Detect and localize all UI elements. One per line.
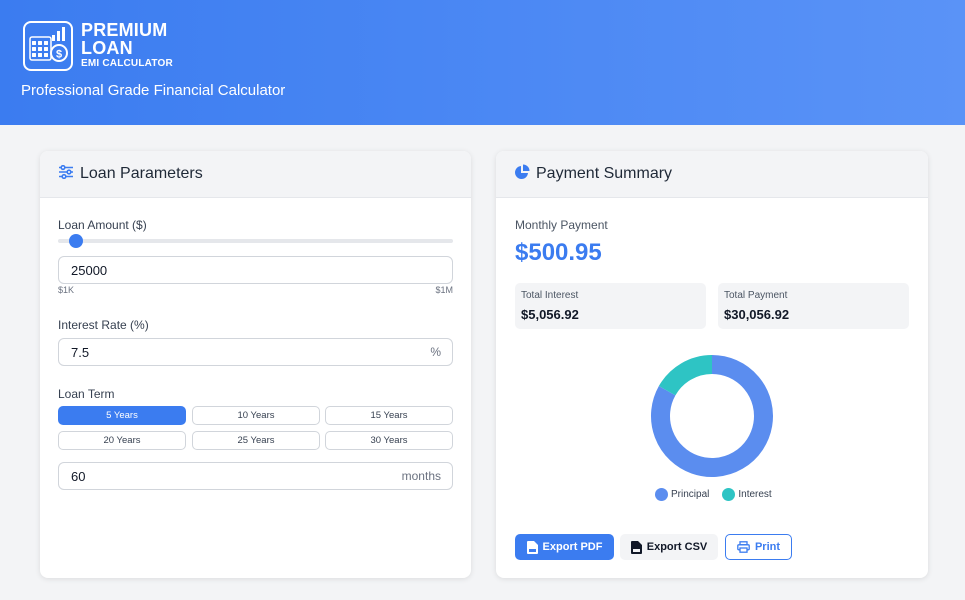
- loan-parameters-header: Loan Parameters: [40, 151, 471, 198]
- export-csv-label: Export CSV: [646, 541, 708, 553]
- app-header: $ PREMIUM LOAN EMI CALCULATOR Profession…: [0, 0, 965, 125]
- loan-amount-value: 25000: [71, 262, 108, 278]
- total-interest-label: Total Interest: [521, 290, 579, 301]
- donut-slice-interest: [658, 355, 713, 396]
- payment-donut-chart: [651, 355, 773, 477]
- principal-legend-label: Principal: [671, 489, 710, 500]
- svg-text:$: $: [56, 49, 62, 61]
- chart-legend: Principal Interest: [655, 488, 772, 501]
- monthly-payment-value: $500.95: [515, 239, 602, 266]
- term-option-5-years[interactable]: 5 Years: [58, 406, 186, 425]
- percent-suffix: %: [430, 345, 441, 359]
- loan-amount-max-label: $1M: [435, 285, 453, 295]
- total-payment-label: Total Payment: [724, 290, 788, 301]
- term-option-10-years[interactable]: 10 Years: [192, 406, 320, 425]
- payment-summary-title: Payment Summary: [536, 165, 673, 182]
- payment-summary-card: Payment Summary Monthly Payment $500.95 …: [496, 151, 928, 578]
- export-pdf-button[interactable]: Export PDF: [515, 534, 614, 560]
- total-payment-value: $30,056.92: [724, 307, 790, 322]
- logo-line-2: LOAN: [81, 38, 133, 58]
- loan-amount-min-label: $1K: [58, 285, 75, 295]
- app-logo: $ PREMIUM LOAN EMI CALCULATOR: [23, 21, 173, 71]
- tagline: Professional Grade Financial Calculator: [21, 82, 286, 99]
- total-payment-stat: Total Payment $30,056.92: [718, 283, 909, 329]
- pie-chart-icon: [514, 164, 530, 185]
- interest-legend-label: Interest: [738, 489, 772, 500]
- total-interest-stat: Total Interest $5,056.92: [515, 283, 706, 329]
- export-csv-button[interactable]: Export CSV: [620, 534, 718, 560]
- term-option-25-years[interactable]: 25 Years: [192, 431, 320, 450]
- sliders-icon: [58, 164, 74, 184]
- file-pdf-icon: [526, 540, 538, 554]
- interest-legend-dot: [722, 488, 736, 501]
- monthly-payment-label: Monthly Payment: [515, 218, 608, 232]
- loan-amount-slider-thumb[interactable]: [69, 234, 84, 248]
- print-label: Print: [754, 541, 781, 553]
- term-option-20-years[interactable]: 20 Years: [58, 431, 186, 450]
- logo-line-1: PREMIUM: [81, 20, 168, 40]
- term-option-15-years[interactable]: 15 Years: [325, 406, 453, 425]
- print-button[interactable]: Print: [725, 534, 792, 560]
- export-pdf-label: Export PDF: [542, 541, 603, 553]
- months-suffix: months: [401, 469, 441, 483]
- loan-amount-slider[interactable]: [58, 239, 453, 243]
- loan-term-months-value: 60: [71, 468, 86, 484]
- loan-term-label: Loan Term: [58, 387, 115, 401]
- logo-line-3: EMI CALCULATOR: [81, 58, 173, 69]
- payment-summary-header: Payment Summary: [496, 151, 928, 198]
- file-csv-icon: [630, 540, 642, 554]
- loan-term-months-input[interactable]: 60 months: [58, 462, 453, 490]
- loan-amount-label: Loan Amount ($): [58, 218, 147, 232]
- principal-legend-dot: [655, 488, 668, 501]
- total-interest-value: $5,056.92: [521, 307, 579, 322]
- printer-icon: [737, 541, 750, 553]
- interest-rate-value: 7.5: [71, 344, 90, 360]
- calculator-logo-icon: $: [23, 21, 73, 71]
- loan-parameters-title: Loan Parameters: [80, 165, 203, 182]
- loan-amount-input[interactable]: 25000: [58, 256, 453, 284]
- logo-text: PREMIUM LOAN EMI CALCULATOR: [81, 21, 173, 70]
- interest-rate-label: Interest Rate (%): [58, 318, 149, 332]
- interest-rate-input[interactable]: 7.5 %: [58, 338, 453, 366]
- loan-parameters-card: Loan Parameters Loan Amount ($) 25000 $1…: [40, 151, 471, 578]
- term-option-30-years[interactable]: 30 Years: [325, 431, 453, 450]
